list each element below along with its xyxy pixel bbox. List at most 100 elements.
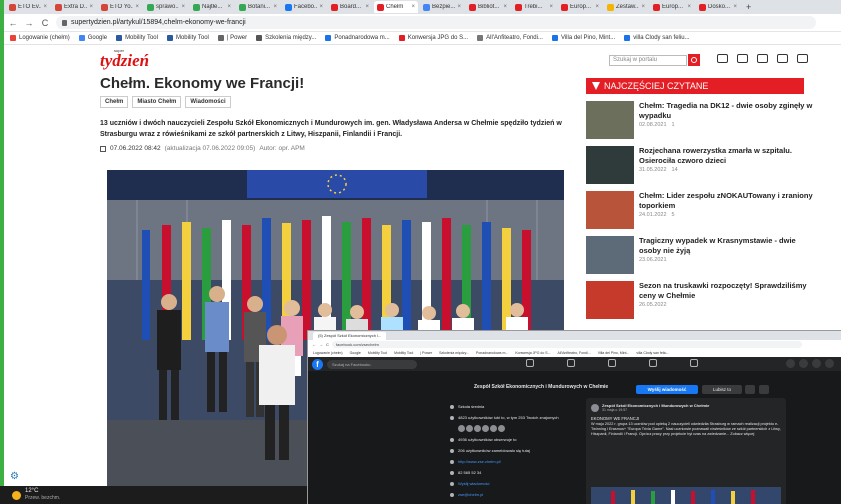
tab-close-icon[interactable]: × [595, 4, 599, 10]
fb-browser-tab[interactable]: (5) Zespół Szkół Ekonomicznych i... [313, 331, 387, 340]
browser-tab[interactable]: Trebi... × [512, 1, 556, 13]
bookmark-item[interactable]: villa Clody san feliu... [624, 35, 690, 41]
megaphone-icon[interactable] [737, 54, 748, 63]
fb-forward-icon[interactable]: → [319, 342, 323, 347]
news-thumbnail[interactable] [586, 191, 634, 229]
browser-tab[interactable]: Dosko... × [696, 1, 740, 13]
tab-close-icon[interactable]: × [733, 4, 737, 10]
fb-post-date[interactable]: 31 maja o 19:57 [602, 408, 709, 412]
tv-icon[interactable] [717, 54, 728, 63]
back-icon[interactable]: ← [8, 18, 18, 28]
avatar[interactable] [482, 425, 489, 432]
fb-reload-icon[interactable]: C [326, 342, 329, 347]
news-title[interactable]: Chełm: Lider zespołu zNOKAUTowany i zran… [639, 191, 816, 210]
marketplace-icon[interactable] [608, 359, 616, 367]
fb-back-icon[interactable]: ← [312, 342, 316, 347]
browser-tab[interactable]: Najtłe... × [190, 1, 234, 13]
groups-icon[interactable] [649, 359, 657, 367]
tab-close-icon[interactable]: × [319, 4, 323, 10]
fb-bookmark-item[interactable]: Konwersja JPG do S... [515, 351, 550, 355]
url-field[interactable]: supertydzien.pl/artykul/15894,chelm-ekon… [56, 16, 816, 29]
gaming-icon[interactable] [690, 359, 698, 367]
browser-tab[interactable]: Facebo... × [282, 1, 326, 13]
news-title[interactable]: Chełm: Tragedia na DK12 - dwie osoby zgi… [639, 101, 816, 120]
facebook-search-input[interactable]: Szukaj na Facebooku [327, 359, 417, 369]
browser-tab[interactable]: Board... × [328, 1, 372, 13]
bookmark-item[interactable]: Mobility Tool [116, 35, 158, 41]
tab-close-icon[interactable]: × [641, 4, 645, 10]
bookmark-item[interactable]: Szkolenia między... [256, 35, 316, 41]
browser-tab[interactable]: sprawo... × [144, 1, 188, 13]
bookmark-item[interactable]: Mobility Tool [166, 35, 209, 41]
monitor-icon[interactable] [777, 54, 788, 63]
tab-close-icon[interactable]: × [273, 4, 277, 10]
fb-like-button[interactable]: Lubisz to [702, 385, 742, 394]
avatar[interactable] [498, 425, 505, 432]
bookmark-item[interactable]: Konwersja JPG do S... [398, 35, 468, 41]
fb-bookmark-item[interactable]: Mobility Tool [368, 351, 387, 355]
bookmark-item[interactable]: Villa del Pino, Mint... [551, 35, 615, 41]
browser-tab[interactable]: Bezpie... × [420, 1, 464, 13]
fb-more-button[interactable] [759, 385, 769, 394]
bookmark-item[interactable]: Google [78, 35, 107, 41]
fb-info-row[interactable]: Wyślij wiadomość [450, 478, 580, 489]
most-read-item[interactable]: Sezon na truskawki rozpoczęty! Sprawdzil… [586, 281, 816, 321]
tab-close-icon[interactable]: × [135, 4, 139, 10]
tag-link[interactable]: Wiadomości [185, 96, 231, 108]
fb-post-avatar[interactable] [591, 403, 599, 412]
tab-close-icon[interactable]: × [687, 4, 691, 10]
fb-bookmark-item[interactable]: Szkolenia między... [439, 351, 469, 355]
most-read-item[interactable]: Chełm: Tragedia na DK12 - dwie osoby zgi… [586, 101, 816, 141]
video-icon[interactable] [567, 359, 575, 367]
site-logo[interactable]: super tydzień [100, 48, 160, 70]
browser-tab[interactable]: ETO Ev... × [6, 1, 50, 13]
tab-close-icon[interactable]: × [549, 4, 553, 10]
bookmark-item[interactable]: Logowanie (chełm) [10, 35, 70, 41]
briefcase-icon[interactable] [757, 54, 768, 63]
bookmark-item[interactable]: Ponadnarodowa m... [325, 35, 390, 41]
browser-tab[interactable]: ETO Yo... × [98, 1, 142, 13]
avatar[interactable] [490, 425, 497, 432]
browser-tab[interactable]: Chełm × [374, 1, 418, 13]
fb-info-row[interactable]: zse@chelm.pl [450, 489, 580, 500]
browser-tab[interactable]: Botani... × [236, 1, 280, 13]
fb-bookmark-item[interactable]: Villa del Pino, Mint... [598, 351, 630, 355]
browser-tab[interactable]: Zestaw... × [604, 1, 648, 13]
fb-bookmark-item[interactable]: Logowanie (chełm) [313, 351, 343, 355]
facebook-logo-icon[interactable]: f [312, 358, 323, 370]
gear-icon[interactable]: ⚙ [10, 471, 19, 482]
fb-info-text[interactable]: zse@chelm.pl [458, 492, 483, 497]
news-thumbnail[interactable] [586, 101, 634, 139]
fb-bookmark-item[interactable]: Ponadnarodowa m... [476, 351, 508, 355]
fb-bookmark-item[interactable]: All'Anfiteatro, Fondi... [558, 351, 591, 355]
profile-avatar[interactable] [825, 359, 834, 368]
browser-tab[interactable]: Europ... × [650, 1, 694, 13]
avatar[interactable] [466, 425, 473, 432]
tab-close-icon[interactable]: × [89, 4, 93, 10]
notifications-icon[interactable] [812, 359, 821, 368]
most-read-item[interactable]: Chełm: Lider zespołu zNOKAUTowany i zran… [586, 191, 816, 231]
fb-info-text[interactable]: http://www.zse.chelm.pl/ [458, 459, 501, 464]
tab-close-icon[interactable]: × [43, 4, 47, 10]
site-search-input[interactable]: Szukaj w portalu [609, 55, 687, 66]
tag-link[interactable]: Miasto Chełm [132, 96, 182, 108]
news-title[interactable]: Rozjechana rowerzystka zmarła w szpitalu… [639, 146, 816, 165]
search-icon[interactable] [688, 54, 700, 66]
fb-info-row[interactable]: http://www.zse.chelm.pl/ [450, 456, 580, 467]
fb-friends-avatars[interactable] [458, 425, 505, 432]
tag-link[interactable]: Chełm [100, 96, 129, 108]
weather-widget[interactable]: 12°C Przew. bezchm. [25, 488, 60, 502]
fb-bookmark-item[interactable]: Mobility Tool [394, 351, 413, 355]
fb-post-image[interactable] [591, 487, 781, 504]
tab-close-icon[interactable]: × [411, 4, 415, 10]
news-thumbnail[interactable] [586, 281, 634, 319]
fb-info-text[interactable]: Wyślij wiadomość [458, 481, 490, 486]
fb-bookmark-item[interactable]: | Power [420, 351, 432, 355]
tab-close-icon[interactable]: × [227, 4, 231, 10]
menu-icon[interactable] [786, 359, 795, 368]
home-icon[interactable] [526, 359, 534, 367]
bookmark-item[interactable]: All'Anfiteatro, Fondi... [477, 35, 543, 41]
fb-bookmark-item[interactable]: villa Clody san feliu... [636, 351, 669, 355]
fb-bookmark-item[interactable]: Google [350, 351, 361, 355]
new-tab-icon[interactable]: + [746, 2, 751, 12]
